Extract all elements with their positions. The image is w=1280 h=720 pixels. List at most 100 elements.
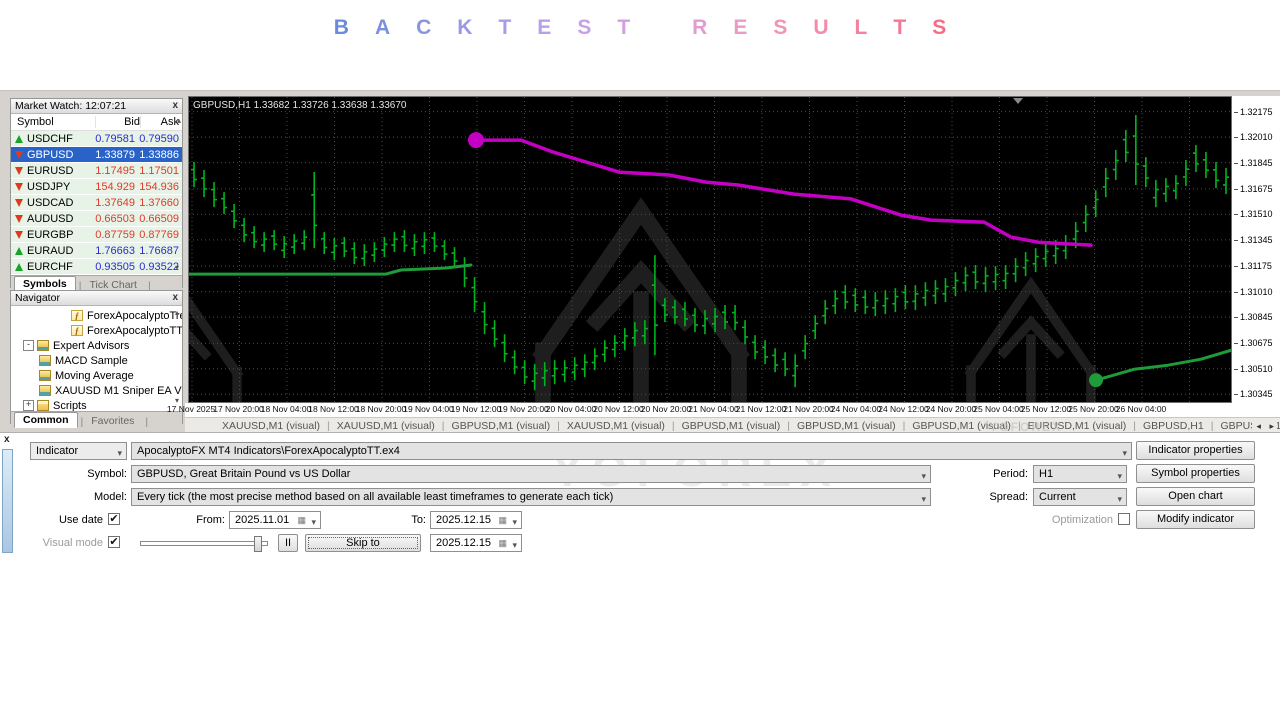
indicator-icon: ƒ: [71, 310, 83, 321]
arrow-up-icon: [15, 263, 23, 271]
market-watch-row[interactable]: AUDUSD0.665030.66509: [11, 211, 182, 227]
price-tick-label: 1.31845: [1234, 158, 1273, 168]
time-tick-label: 19 Nov 20:00: [498, 404, 549, 414]
tree-item[interactable]: Moving Average: [11, 368, 182, 383]
chart-tab[interactable]: XAUUSD,M1 (visual): [215, 420, 327, 432]
close-icon[interactable]: x: [172, 101, 178, 111]
chevron-down-icon[interactable]: ▾: [311, 514, 316, 530]
column-ask[interactable]: Ask: [141, 116, 179, 128]
chart-tab[interactable]: GBPUSD,M1 (visual): [445, 420, 558, 432]
tab-scroll-arrows[interactable]: ◂ ▸: [1252, 421, 1277, 432]
tree-item[interactable]: + Scripts: [11, 398, 182, 411]
time-tick-label: 18 Nov 12:00: [308, 404, 359, 414]
tree-item-label: Moving Average: [55, 370, 134, 382]
price-tick-label: 1.30345: [1234, 389, 1273, 399]
symbol-properties-button[interactable]: Symbol properties: [1136, 464, 1255, 483]
time-axis[interactable]: 17 Nov 202517 Nov 20:0018 Nov 04:0018 No…: [185, 403, 1280, 417]
chart-tab[interactable]: GBPUSD,M1 (visual): [790, 420, 903, 432]
chevron-down-icon[interactable]: ▾: [512, 537, 517, 553]
market-watch-row[interactable]: EURCHF0.935050.93522: [11, 259, 182, 275]
scroll-up-icon[interactable]: ▴: [175, 309, 179, 317]
tree-item[interactable]: MACD Sample: [11, 353, 182, 368]
market-watch-row[interactable]: USDCHF0.795810.79590: [11, 131, 182, 147]
optimization-checkbox[interactable]: [1118, 513, 1130, 525]
model-select[interactable]: Every tick (the most precise method base…: [131, 488, 931, 506]
symbol-select[interactable]: GBPUSD, Great Britain Pound vs US Dollar…: [131, 465, 931, 483]
market-watch-row[interactable]: USDJPY154.929154.936: [11, 179, 182, 195]
market-watch-row[interactable]: EURGBP0.877590.87769: [11, 227, 182, 243]
green-indicator-line-right: [1096, 350, 1231, 380]
tester-mode-select[interactable]: Indicator▾: [30, 442, 127, 460]
spread-select[interactable]: Current▾: [1033, 488, 1127, 506]
bid-value: 1.37649: [85, 197, 135, 209]
tree-item[interactable]: ƒForexApocalyptoTre: [11, 308, 182, 323]
symbol-name: EURAUD: [27, 245, 85, 257]
chart-tab[interactable]: GBPUSD,H1: [1136, 420, 1211, 432]
tree-item[interactable]: ƒForexApocalyptoTT: [11, 323, 182, 338]
visual-speed-slider[interactable]: [140, 541, 268, 546]
market-watch-row[interactable]: EURUSD1.174951.17501: [11, 163, 182, 179]
model-label: Model:: [77, 491, 127, 503]
chart-tab[interactable]: GBPUSD,M1 (visual): [675, 420, 788, 432]
market-watch-panel: Market Watch: 12:07:21 x Symbol Bid Ask …: [10, 98, 183, 288]
time-tick-label: 21 Nov 20:00: [783, 404, 834, 414]
skip-date-field[interactable]: 2025.12.15 ▦ ▾: [430, 534, 522, 552]
modify-indicator-button[interactable]: Modify indicator: [1136, 510, 1255, 529]
calendar-icon[interactable]: ▦: [498, 538, 507, 548]
price-tick-label: 1.31675: [1234, 184, 1273, 194]
market-watch-row[interactable]: GBPUSD1.338791.33886: [11, 147, 182, 163]
page-title: BACKTEST RESULTS: [0, 16, 1280, 40]
chart-plot[interactable]: GBPUSD,H1 1.33682 1.33726 1.33638 1.3367…: [188, 96, 1232, 403]
tree-item[interactable]: -Expert Advisors: [11, 338, 182, 353]
use-date-checkbox[interactable]: ✔: [108, 513, 120, 525]
slider-handle[interactable]: [254, 536, 262, 552]
scroll-up-icon[interactable]: ▴: [177, 117, 181, 125]
skip-to-button[interactable]: Skip to: [305, 534, 421, 552]
time-tick-label: 21 Nov 12:00: [736, 404, 787, 414]
market-watch-rows: USDCHF0.795810.79590GBPUSD1.338791.33886…: [11, 131, 182, 275]
title-letter: S: [577, 16, 591, 40]
expand-icon[interactable]: +: [23, 400, 34, 411]
chevron-down-icon[interactable]: ▾: [512, 514, 517, 530]
chart-tab[interactable]: XAUUSD,M1 (visual): [560, 420, 672, 432]
visual-mode-checkbox[interactable]: ✔: [108, 536, 120, 548]
price-axis[interactable]: 1.321751.320101.318451.316751.315101.313…: [1232, 96, 1280, 403]
pause-button[interactable]: II: [278, 534, 298, 552]
close-icon[interactable]: x: [4, 434, 10, 445]
title-letter: E: [537, 16, 551, 40]
time-tick-label: 25 Nov 04:00: [973, 404, 1024, 414]
time-tick-label: 24 Nov 12:00: [878, 404, 929, 414]
market-watch-row[interactable]: EURAUD1.766631.76687: [11, 243, 182, 259]
tree-item[interactable]: XAUUSD M1 Sniper EA V: [11, 383, 182, 398]
price-chart[interactable]: GBPUSD,H1 1.33682 1.33726 1.33638 1.3367…: [189, 97, 1231, 402]
open-chart-button[interactable]: Open chart: [1136, 487, 1255, 506]
period-select[interactable]: H1▾: [1033, 465, 1127, 483]
collapse-icon[interactable]: -: [23, 340, 34, 351]
calendar-icon[interactable]: ▦: [498, 515, 507, 525]
bid-value: 0.79581: [85, 133, 135, 145]
symbol-name: AUDUSD: [27, 213, 85, 225]
ask-value: 1.33886: [135, 149, 182, 161]
indicator-properties-button[interactable]: Indicator properties: [1136, 441, 1255, 460]
symbol-name: USDCAD: [27, 197, 85, 209]
tree-item-label: Scripts: [53, 400, 87, 412]
from-date-field[interactable]: 2025.11.01 ▦ ▾: [229, 511, 321, 529]
bid-value: 1.33879: [85, 149, 135, 161]
tab-favorites[interactable]: Favorites: [83, 414, 142, 428]
chart-tab[interactable]: XAUUSD,M1 (visual): [330, 420, 442, 432]
tab-common[interactable]: Common: [14, 412, 78, 428]
column-symbol[interactable]: Symbol: [11, 116, 96, 128]
ask-value: 1.17501: [135, 165, 182, 177]
calendar-icon[interactable]: ▦: [297, 515, 306, 525]
use-date-label: Use date: [53, 514, 103, 526]
tree-item-label: MACD Sample: [55, 355, 128, 367]
market-watch-row[interactable]: USDCAD1.376491.37660: [11, 195, 182, 211]
chevron-down-icon: ▾: [921, 468, 926, 483]
indicator-path-select[interactable]: ApocalyptoFX MT4 Indicators\ForexApocaly…: [131, 442, 1132, 460]
close-icon[interactable]: x: [172, 293, 178, 303]
to-date-field[interactable]: 2025.12.15 ▦ ▾: [430, 511, 522, 529]
symbol-label: Symbol:: [77, 468, 127, 480]
scroll-down-icon[interactable]: ▾: [175, 264, 179, 272]
time-tick-label: 17 Nov 20:00: [213, 404, 264, 414]
column-bid[interactable]: Bid: [96, 116, 141, 128]
